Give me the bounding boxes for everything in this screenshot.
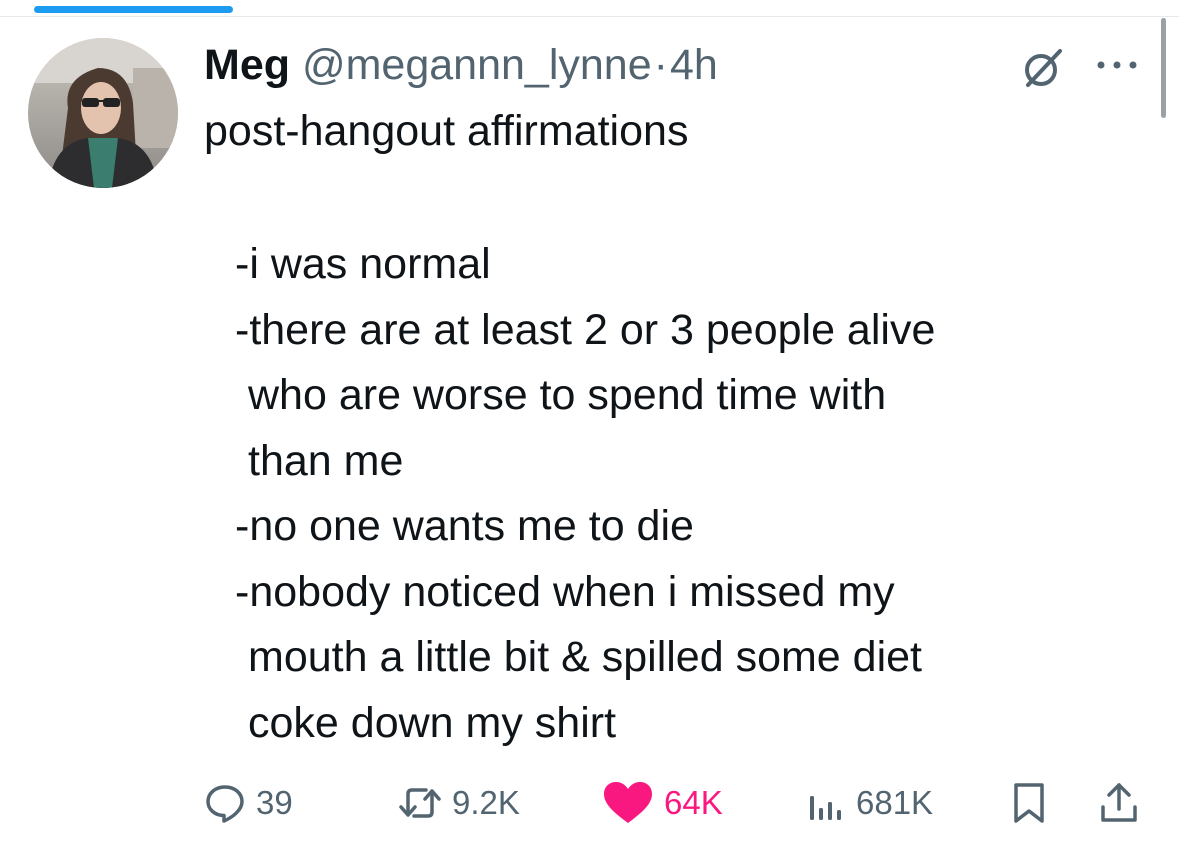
- views-button[interactable]: 681K: [806, 778, 933, 828]
- tweet-line: than me: [248, 436, 404, 485]
- views-icon: [810, 796, 841, 820]
- tweet-page: Meg @megannn_lynne·4h post-hangout affir…: [0, 0, 1179, 865]
- reply-icon: [206, 785, 244, 823]
- heart-icon: [604, 782, 652, 823]
- tweet-text-body: -i was normal -there are at least 2 or 3…: [235, 232, 935, 756]
- repost-button[interactable]: 9.2K: [398, 778, 520, 828]
- tweet-line: -no one wants me to die: [235, 502, 694, 550]
- share-icon: [1101, 783, 1137, 822]
- tweet-header: Meg @megannn_lynne·4h: [204, 40, 718, 90]
- grok-icon[interactable]: [1020, 45, 1066, 91]
- timestamp[interactable]: 4h: [670, 41, 718, 89]
- tweet-text-title: post-hangout affirmations: [204, 107, 689, 155]
- share-button[interactable]: [1098, 778, 1140, 828]
- reply-count: 39: [256, 784, 293, 821]
- repost-count: 9.2K: [452, 784, 520, 821]
- display-name[interactable]: Meg: [204, 41, 290, 89]
- tweet-line: who are worse to spend time with: [248, 371, 887, 419]
- repost-icon: [399, 788, 441, 818]
- tweet-line: -there are at least 2 or 3 people alive: [235, 305, 936, 354]
- tweet-line: -i was normal: [235, 240, 491, 288]
- avatar-photo: [28, 38, 178, 188]
- reply-button[interactable]: 39: [204, 778, 293, 828]
- tweet-line: -nobody noticed when i missed my: [235, 567, 895, 616]
- separator: ·: [653, 41, 668, 89]
- tweet-line: mouth a little bit & spilled some diet: [248, 633, 922, 681]
- handle[interactable]: @megannn_lynne: [302, 41, 652, 89]
- scrollbar[interactable]: [1161, 18, 1166, 118]
- bookmark-button[interactable]: [1010, 778, 1048, 828]
- top-divider: [0, 16, 1179, 17]
- bookmark-icon: [1014, 783, 1044, 823]
- avatar[interactable]: [28, 38, 178, 188]
- tweet-line: coke down my shirt: [248, 698, 617, 747]
- more-icon[interactable]: [1093, 58, 1141, 72]
- like-count: 64K: [664, 784, 723, 821]
- view-count: 681K: [856, 784, 934, 821]
- loading-progress-bar: [34, 6, 233, 13]
- like-button[interactable]: 64K: [602, 778, 723, 828]
- tweet-actions: 39 9.2K 64K 681K: [0, 778, 1179, 828]
